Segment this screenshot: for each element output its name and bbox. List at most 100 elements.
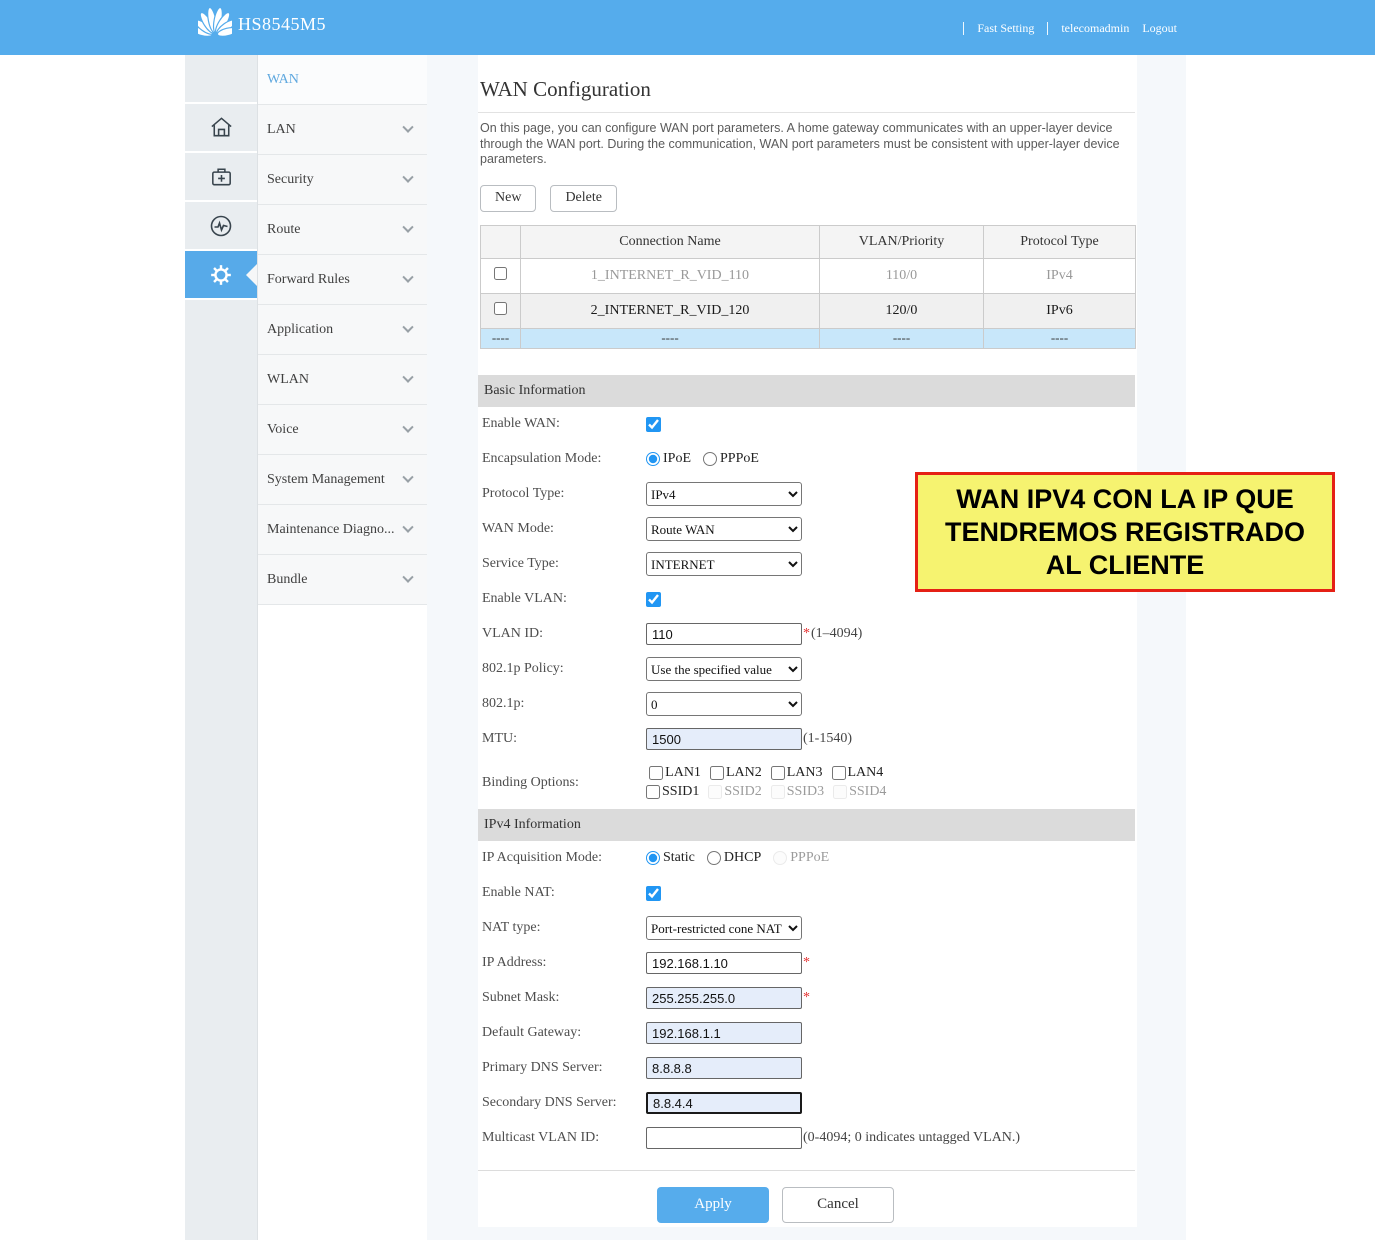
sidebar-item-application[interactable]: Application (258, 305, 427, 355)
lan1-checkbox[interactable] (649, 766, 663, 780)
table-header-row: Connection Name VLAN/Priority Protocol T… (481, 225, 1136, 258)
huawei-logo-icon (198, 8, 232, 40)
default-gateway-input[interactable] (646, 1022, 802, 1044)
8021p-policy-select[interactable]: Use the specified value (646, 657, 802, 681)
table-actions: New Delete (480, 185, 1137, 212)
secondary-dns-input[interactable] (646, 1092, 802, 1114)
annotation-line: AL CLIENTE (918, 549, 1332, 582)
multicast-vlan-id-input[interactable] (646, 1127, 802, 1149)
rail-spacer (185, 55, 257, 104)
rail-item-home[interactable] (185, 104, 257, 153)
radio-label: PPPoE (720, 451, 759, 467)
wan-configuration-panel: WAN Configuration On this page, you can … (478, 55, 1137, 1227)
mtu-input[interactable] (646, 728, 802, 750)
sidebar-item-system-management[interactable]: System Management (258, 455, 427, 505)
column-header: VLAN/Priority (820, 225, 984, 258)
ip-address-input[interactable] (646, 952, 802, 974)
required-mark: * (803, 955, 810, 971)
primary-dns-input[interactable] (646, 1057, 802, 1079)
sidebar-item-wan[interactable]: WAN (258, 55, 427, 105)
pppoe-radio[interactable] (703, 452, 717, 466)
field-label: 802.1p: (482, 696, 646, 712)
dhcp-radio[interactable] (707, 851, 721, 865)
field-8021p: 802.1p: 0 (478, 687, 1137, 722)
row-checkbox[interactable] (494, 267, 507, 280)
row-checkbox[interactable] (494, 302, 507, 315)
field-label: MTU: (482, 731, 646, 747)
diagnose-icon (207, 212, 235, 240)
field-label: Enable NAT: (482, 885, 646, 901)
enable-nat-checkbox[interactable] (646, 886, 661, 901)
checkbox-label: SSID3 (787, 784, 824, 800)
column-header: Connection Name (521, 225, 820, 258)
protocol-type-select[interactable]: IPv4 (646, 482, 802, 506)
ssid1-checkbox[interactable] (646, 785, 660, 799)
wan-mode-select[interactable]: Route WAN (646, 517, 802, 541)
column-header: Protocol Type (984, 225, 1136, 258)
sidebar-item-maintenance-diagnose[interactable]: Maintenance Diagno... (258, 505, 427, 555)
field-ip-acquisition-mode: IP Acquisition Mode: Static DHCP PPPoE (478, 841, 1137, 876)
logout-link[interactable]: Logout (1142, 21, 1177, 36)
sidebar-item-route[interactable]: Route (258, 205, 427, 255)
connection-name-cell[interactable]: 2_INTERNET_R_VID_120 (521, 293, 820, 328)
checkbox-label: LAN4 (848, 765, 884, 781)
annotation-line: WAN IPV4 CON LA IP QUE (918, 483, 1332, 516)
ipv4-information-section-header: IPv4 Information (478, 809, 1135, 841)
rail-item-settings-active[interactable] (185, 251, 257, 300)
connection-name-cell[interactable]: 1_INTERNET_R_VID_110 (521, 258, 820, 293)
field-label: Default Gateway: (482, 1025, 646, 1041)
enable-wan-checkbox[interactable] (646, 417, 661, 432)
lan3-checkbox[interactable] (771, 766, 785, 780)
table-row: 1_INTERNET_R_VID_110 110/0 IPv4 (481, 258, 1136, 293)
radio-label: DHCP (724, 850, 761, 866)
field-label: Enable VLAN: (482, 591, 646, 607)
cancel-button[interactable]: Cancel (782, 1187, 894, 1223)
field-label: VLAN ID: (482, 626, 646, 642)
header-bar: HS8545M5 Fast Setting telecomadmin Logou… (0, 0, 1375, 55)
chevron-down-icon (402, 471, 413, 482)
sidebar-item-bundle[interactable]: Bundle (258, 555, 427, 605)
sidebar-item-lan[interactable]: LAN (258, 105, 427, 155)
checkbox-label: SSID1 (662, 784, 699, 800)
service-type-select[interactable]: INTERNET (646, 552, 802, 576)
vlan-id-input[interactable] (646, 623, 802, 645)
rail-item-maintenance[interactable] (185, 153, 257, 202)
apply-button[interactable]: Apply (657, 1187, 769, 1223)
static-radio[interactable] (646, 851, 660, 865)
8021p-select[interactable]: 0 (646, 692, 802, 716)
sidebar-item-label: LAN (267, 122, 296, 138)
select-column-header (481, 225, 521, 258)
lan2-checkbox[interactable] (710, 766, 724, 780)
field-label: Binding Options: (482, 775, 646, 791)
sidebar-item-security[interactable]: Security (258, 155, 427, 205)
table-row-selected[interactable]: ---- ---- ---- ---- (481, 328, 1136, 348)
sidebar-item-label: Maintenance Diagno... (267, 522, 395, 538)
sidebar-item-label: WAN (267, 72, 299, 88)
field-enable-nat: Enable NAT: (478, 876, 1137, 911)
rail-item-diagnose[interactable] (185, 202, 257, 251)
sidebar-item-forward-rules[interactable]: Forward Rules (258, 255, 427, 305)
field-label: WAN Mode: (482, 521, 646, 537)
field-8021p-policy: 802.1p Policy: Use the specified value (478, 652, 1137, 687)
new-button[interactable]: New (480, 185, 536, 212)
ssid4-checkbox (833, 785, 847, 799)
delete-button[interactable]: Delete (550, 185, 617, 212)
radio-label: IPoE (663, 451, 691, 467)
ipoe-radio[interactable] (646, 452, 660, 466)
nat-type-select[interactable]: Port-restricted cone NAT (646, 916, 802, 940)
subnet-mask-input[interactable] (646, 987, 802, 1009)
chevron-down-icon (402, 221, 413, 232)
enable-vlan-checkbox[interactable] (646, 592, 661, 607)
select-cell: ---- (481, 328, 521, 348)
field-vlan-id: VLAN ID: * (1–4094) (478, 617, 1137, 652)
active-pointer-notch (246, 264, 257, 286)
sidebar-item-wlan[interactable]: WLAN (258, 355, 427, 405)
field-label: Secondary DNS Server: (482, 1095, 646, 1111)
sidebar-item-voice[interactable]: Voice (258, 405, 427, 455)
fast-setting-link[interactable]: Fast Setting (977, 21, 1034, 36)
lan4-checkbox[interactable] (832, 766, 846, 780)
field-label: Encapsulation Mode: (482, 451, 646, 467)
username-label: telecomadmin (1061, 21, 1129, 36)
sidebar-item-label: Security (267, 172, 314, 188)
header-links: Fast Setting telecomadmin Logout (963, 21, 1177, 36)
